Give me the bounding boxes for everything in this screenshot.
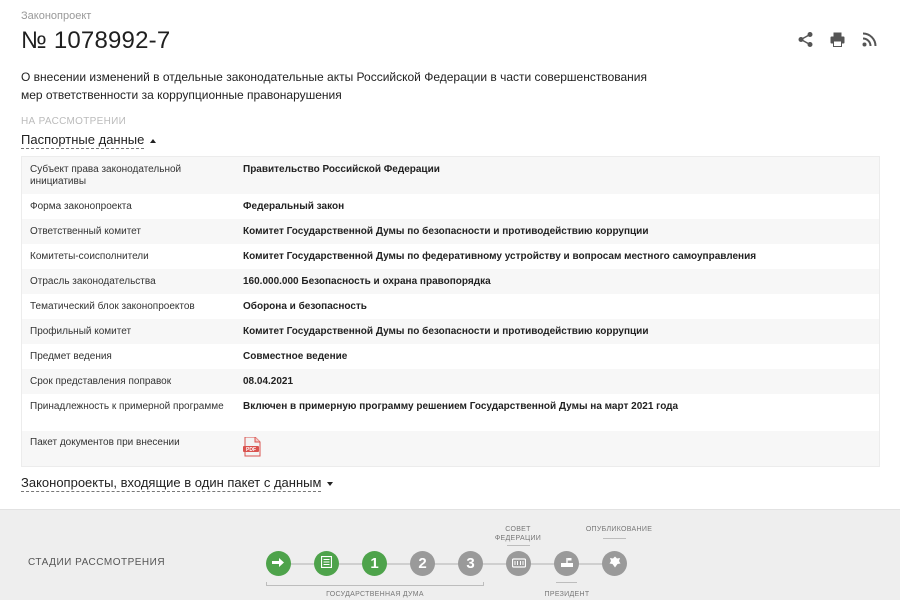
caption-publication: ОПУБЛИКОВАНИЕ [585, 526, 653, 533]
stages-bar: СТАДИИ РАССМОТРЕНИЯ 1 2 3 СОВЕТ ФЕДЕРАЦИ… [0, 509, 900, 600]
row-value: Комитет Государственной Думы по безопасн… [243, 225, 649, 237]
document-icon [320, 555, 333, 572]
row-key: Комитеты-соисполнители [30, 250, 149, 262]
table-row: Форма законопроекта Федеральный закон [22, 194, 879, 219]
row-value: Комитет Государственной Думы по федерати… [243, 250, 757, 262]
arrow-right-icon [272, 555, 285, 572]
row-key: Ответственный комитет [30, 225, 141, 237]
table-row: Срок представления поправок 08.04.2021 [22, 369, 879, 394]
federation-council-icon [511, 555, 526, 572]
header-actions [797, 31, 878, 48]
president-icon [560, 555, 574, 572]
rss-icon[interactable] [861, 31, 878, 48]
row-value: Правительство Российской Федерации [243, 164, 440, 175]
row-value: Совместное ведение [243, 350, 348, 362]
row-value: PDF [235, 436, 879, 461]
stage-number: 1 [370, 555, 379, 572]
bracket-duma [266, 582, 484, 586]
bill-title: О внесении изменений в отдельные законод… [21, 70, 648, 102]
table-row: Профильный комитет Комитет Государственн… [22, 319, 879, 344]
stage-preliminary[interactable] [314, 551, 339, 576]
package-toggle-label: Законопроекты, входящие в один пакет с д… [21, 475, 322, 492]
passport-toggle-label: Паспортные данные [21, 132, 145, 149]
table-row: Отрасль законодательства 160.000.000 Без… [22, 269, 879, 294]
stage-publication[interactable] [602, 551, 627, 576]
stage-third-reading[interactable]: 3 [458, 551, 483, 576]
bill-kicker: Законопроект [21, 10, 92, 22]
share-icon[interactable] [797, 31, 814, 48]
package-toggle[interactable]: Законопроекты, входящие в один пакет с д… [21, 475, 334, 492]
stages-title: СТАДИИ РАССМОТРЕНИЯ [28, 557, 166, 568]
row-key: Форма законопроекта [30, 200, 132, 212]
caret-up-icon [150, 138, 157, 143]
print-icon[interactable] [829, 31, 846, 48]
emblem-icon [609, 555, 621, 572]
bracket-president [556, 582, 577, 583]
caption-duma: ГОСУДАРСТВЕННАЯ ДУМА [326, 591, 424, 598]
bracket-publication [603, 538, 626, 539]
table-row: Пакет документов при внесении PDF [22, 431, 879, 466]
stage-federation-council[interactable] [506, 551, 531, 576]
caption-federation-council: СОВЕТ ФЕДЕРАЦИИ [494, 526, 542, 542]
caret-down-icon [327, 481, 334, 486]
stage-first-reading[interactable]: 1 [362, 551, 387, 576]
row-value: Федеральный закон [243, 200, 345, 212]
caption-president: ПРЕЗИДЕНТ [544, 591, 590, 598]
bracket-federation-council [507, 545, 530, 546]
passport-toggle[interactable]: Паспортные данные [21, 132, 157, 149]
bill-number: № 1078992-7 [21, 27, 171, 54]
bill-status: НА РАССМОТРЕНИИ [21, 116, 127, 127]
stage-introduction[interactable] [266, 551, 291, 576]
row-key: Принадлежность к примерной программе [30, 401, 224, 412]
svg-text:PDF: PDF [246, 447, 256, 453]
table-row: Ответственный комитет Комитет Государств… [22, 219, 879, 244]
row-key: Субъект права законодательной инициативы [30, 164, 182, 187]
row-value: Включен в примерную программу решением Г… [243, 401, 679, 412]
row-key: Пакет документов при внесении [30, 437, 180, 448]
table-row: Комитеты-соисполнители Комитет Государст… [22, 244, 879, 269]
stage-number: 2 [418, 555, 427, 572]
stage-second-reading[interactable]: 2 [410, 551, 435, 576]
row-key: Предмет ведения [30, 350, 112, 362]
row-value: Комитет Государственной Думы по безопасн… [243, 325, 649, 337]
pdf-icon[interactable]: PDF [243, 436, 261, 457]
row-key: Профильный комитет [30, 325, 132, 337]
row-value: 08.04.2021 [243, 375, 294, 387]
row-key: Срок представления поправок [30, 375, 172, 387]
stage-president[interactable] [554, 551, 579, 576]
table-row: Принадлежность к примерной программе Вкл… [22, 394, 879, 431]
bill-header: Законопроект № 1078992-7 О внесении изме… [21, 10, 661, 127]
table-row: Тематический блок законопроектов Оборона… [22, 294, 879, 319]
row-value: 160.000.000 Безопасность и охрана правоп… [243, 275, 491, 287]
table-row: Предмет ведения Совместное ведение [22, 344, 879, 369]
row-key: Тематический блок законопроектов [30, 300, 195, 312]
row-key: Отрасль законодательства [30, 275, 156, 287]
table-row: Субъект права законодательной инициативы… [22, 157, 879, 194]
stage-number: 3 [466, 555, 475, 572]
row-value: Оборона и безопасность [243, 300, 367, 312]
passport-table: Субъект права законодательной инициативы… [21, 156, 880, 467]
